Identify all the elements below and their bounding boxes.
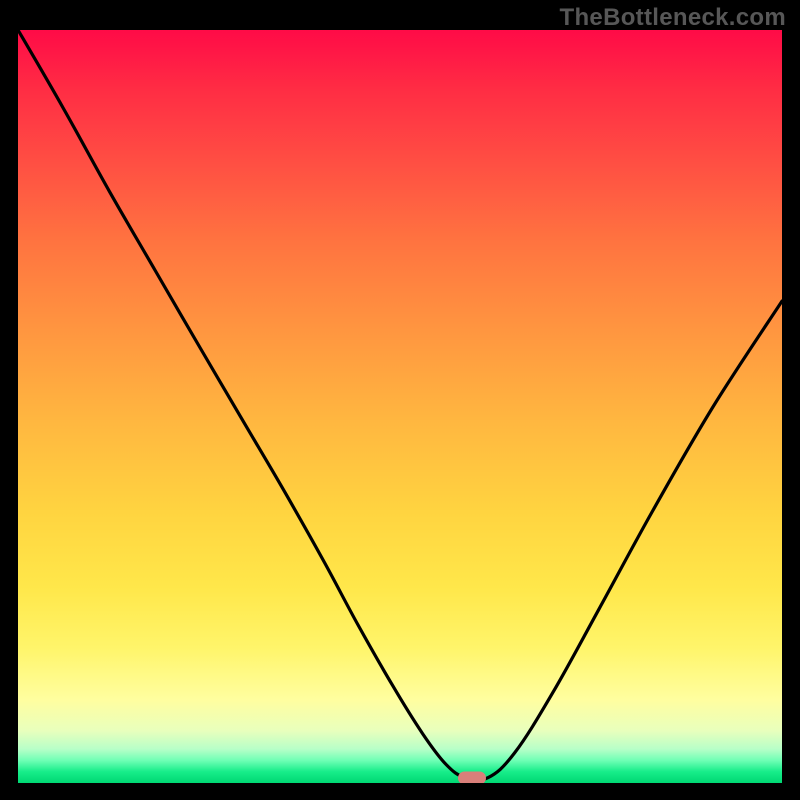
optimum-marker <box>458 771 486 783</box>
bottleneck-curve <box>18 30 782 783</box>
chart-frame: TheBottleneck.com <box>0 0 800 800</box>
curve-path <box>18 30 782 780</box>
plot-area <box>18 30 782 783</box>
watermark-text: TheBottleneck.com <box>560 4 786 32</box>
